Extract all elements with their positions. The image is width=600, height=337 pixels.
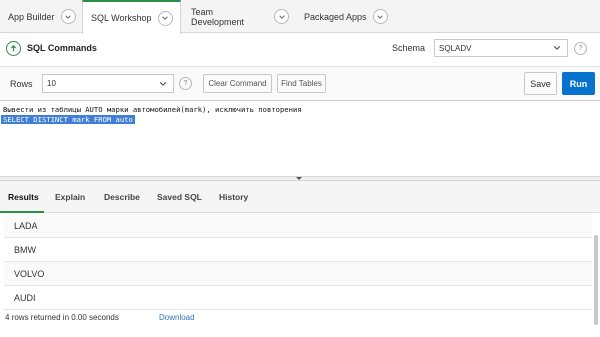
tab-label: Packaged Apps bbox=[304, 11, 367, 22]
rows-label: Rows bbox=[10, 79, 33, 89]
help-icon[interactable]: ? bbox=[574, 42, 587, 55]
editor-line-selected: SELECT DISTINCT mark FROM auto bbox=[1, 115, 135, 124]
tab-packaged-apps[interactable]: Packaged Apps bbox=[296, 0, 392, 33]
tab-label: App Builder bbox=[8, 11, 55, 22]
rows-value: 10 bbox=[47, 79, 56, 88]
chevron-down-icon[interactable] bbox=[274, 9, 289, 24]
command-toolbar: Rows 10 ? Clear Command Find Tables Save… bbox=[0, 67, 600, 101]
tab-results[interactable]: Results bbox=[8, 192, 39, 202]
results-table: LADA BMW VOLVO AUDI bbox=[4, 214, 592, 310]
top-nav-bar: App Builder SQL Workshop Team Developmen… bbox=[0, 0, 600, 34]
tab-app-builder[interactable]: App Builder bbox=[0, 0, 77, 33]
chevron-down-icon bbox=[159, 82, 167, 86]
chevron-down-icon bbox=[553, 46, 561, 50]
download-link[interactable]: Download bbox=[159, 313, 195, 322]
sql-editor[interactable]: Вывести из таблицы AUTO марки автомобиле… bbox=[0, 102, 600, 176]
tab-team-development[interactable]: Team Development bbox=[183, 0, 289, 33]
table-row: VOLVO bbox=[4, 262, 592, 286]
run-button[interactable]: Run bbox=[562, 72, 595, 95]
tab-saved-sql[interactable]: Saved SQL bbox=[157, 192, 202, 202]
chevron-down-icon[interactable] bbox=[372, 9, 388, 24]
schema-label: Schema bbox=[392, 43, 426, 53]
chevron-down-icon[interactable] bbox=[60, 9, 76, 24]
save-button[interactable]: Save bbox=[524, 72, 557, 95]
collapse-arrow-icon[interactable] bbox=[296, 177, 302, 180]
active-tab-indicator bbox=[0, 211, 44, 213]
table-row: AUDI bbox=[4, 286, 592, 310]
schema-select[interactable]: SQLADV bbox=[434, 39, 568, 57]
sql-commands-icon bbox=[6, 41, 21, 56]
tab-label: SQL Workshop bbox=[91, 13, 152, 23]
tab-describe[interactable]: Describe bbox=[104, 192, 140, 202]
tab-explain[interactable]: Explain bbox=[55, 192, 85, 202]
find-tables-button[interactable]: Find Tables bbox=[277, 74, 326, 93]
tab-history[interactable]: History bbox=[219, 192, 248, 202]
table-row: LADA bbox=[4, 214, 592, 238]
vertical-scrollbar[interactable] bbox=[594, 235, 598, 325]
schema-value: SQLADV bbox=[439, 43, 472, 53]
result-tabs: Results Explain Describe Saved SQL Histo… bbox=[0, 181, 600, 213]
editor-line: Вывести из таблицы AUTO марки автомобиле… bbox=[3, 105, 302, 114]
tab-sql-workshop[interactable]: SQL Workshop bbox=[82, 0, 181, 34]
table-row: BMW bbox=[4, 238, 592, 262]
help-icon[interactable]: ? bbox=[179, 77, 192, 90]
chevron-down-icon[interactable] bbox=[157, 10, 173, 26]
page-title: SQL Commands bbox=[27, 43, 97, 53]
rows-returned-summary: 4 rows returned in 0.00 seconds bbox=[5, 313, 119, 322]
clear-command-button[interactable]: Clear Command bbox=[203, 74, 272, 93]
page-header: SQL Commands Schema SQLADV ? bbox=[0, 33, 600, 67]
tab-label: Team Development bbox=[191, 6, 245, 27]
rows-select[interactable]: 10 bbox=[42, 74, 174, 93]
